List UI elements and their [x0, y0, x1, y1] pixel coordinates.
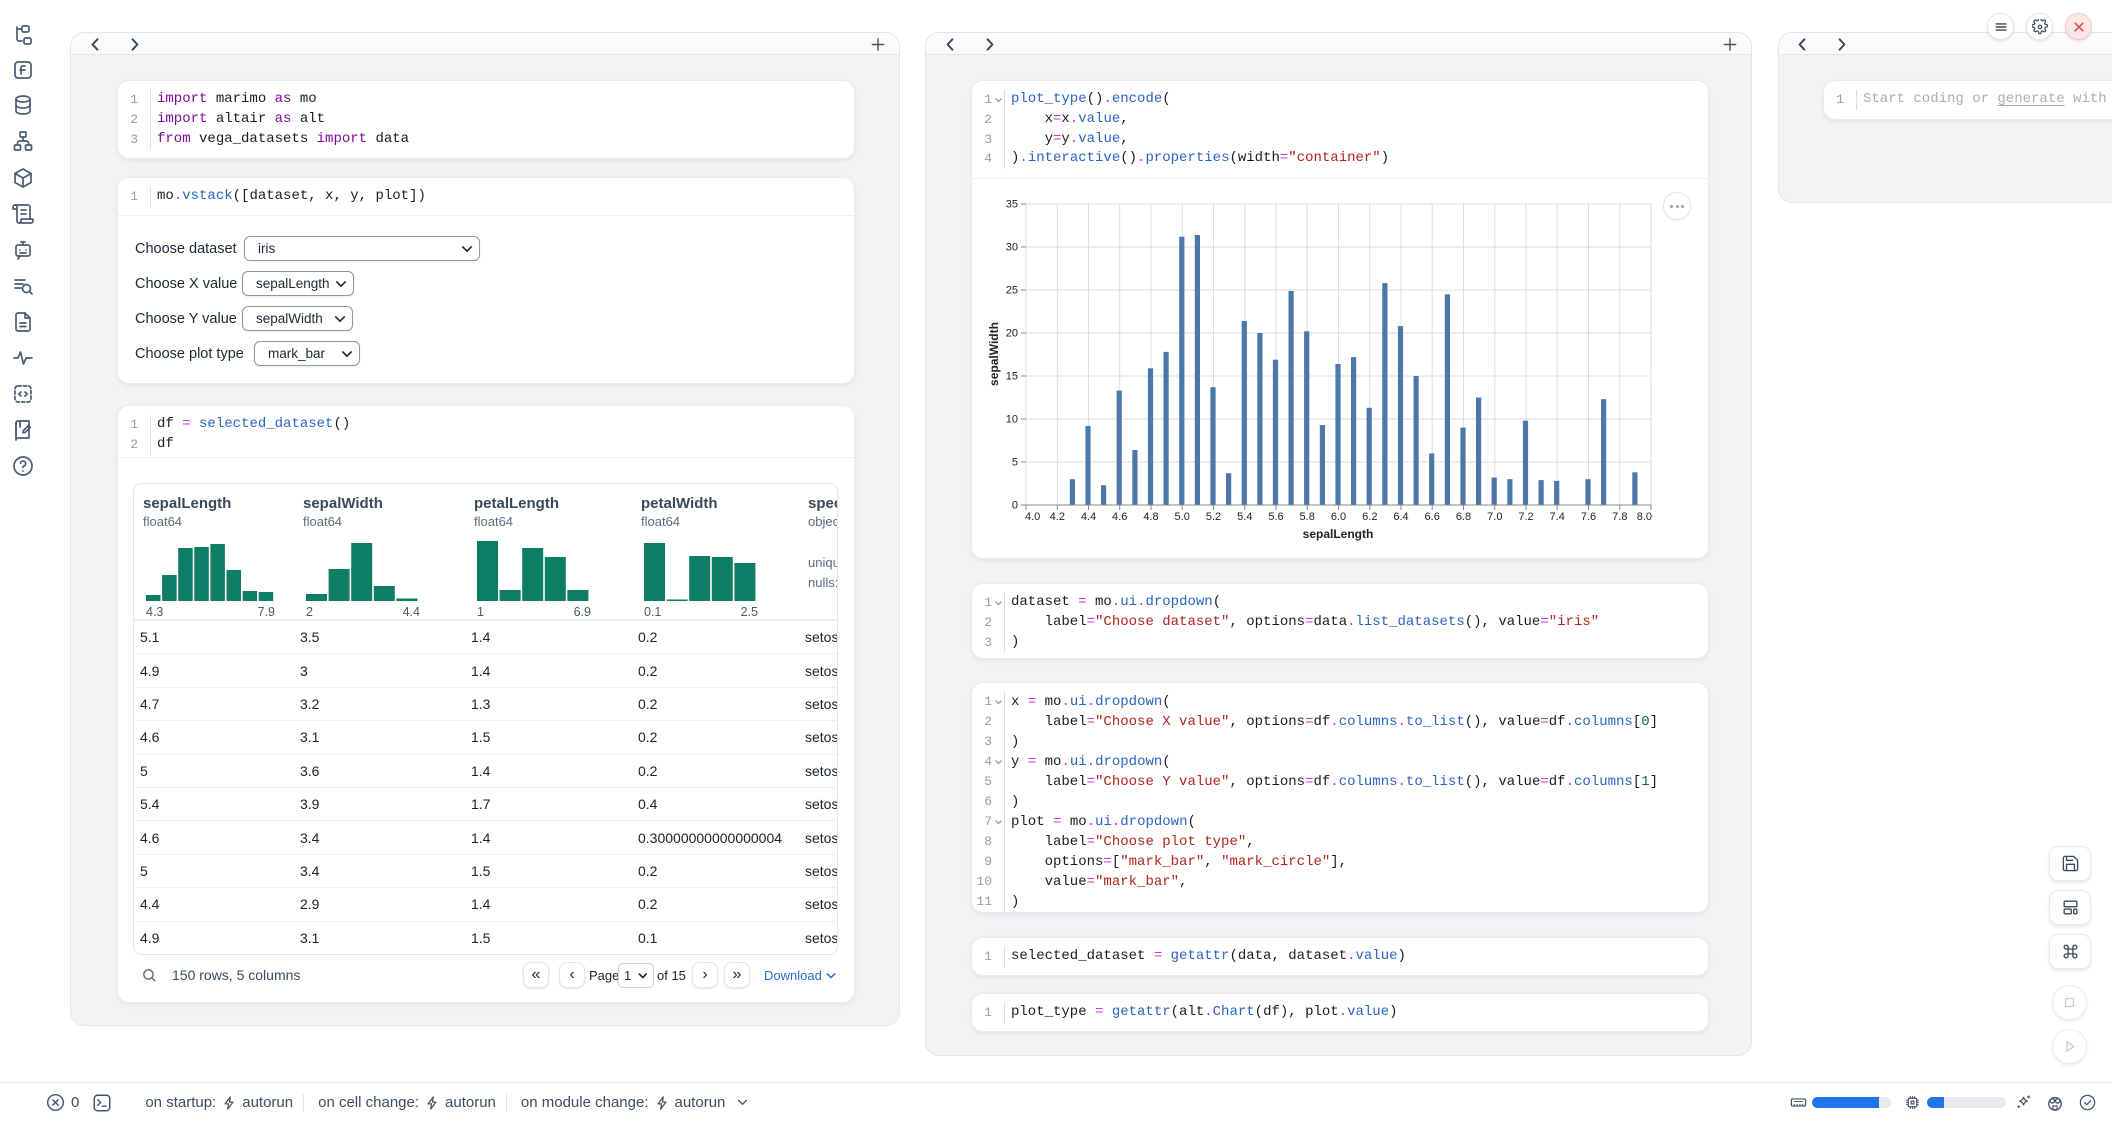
svg-text:30: 30: [1006, 242, 1018, 254]
svg-text:5.0: 5.0: [1175, 511, 1190, 523]
svg-text:4.2: 4.2: [1050, 511, 1065, 523]
svg-text:10: 10: [1006, 414, 1018, 426]
svg-text:8.0: 8.0: [1637, 511, 1652, 523]
svg-text:0: 0: [1012, 500, 1018, 512]
svg-text:4.8: 4.8: [1143, 511, 1158, 523]
svg-text:6.6: 6.6: [1425, 511, 1440, 523]
svg-text:6.0: 6.0: [1331, 511, 1346, 523]
svg-text:15: 15: [1006, 371, 1018, 383]
svg-text:4.6: 4.6: [1112, 511, 1127, 523]
svg-text:5.2: 5.2: [1206, 511, 1221, 523]
svg-text:7.2: 7.2: [1518, 511, 1533, 523]
svg-text:7.0: 7.0: [1487, 511, 1502, 523]
svg-text:6.4: 6.4: [1393, 511, 1408, 523]
svg-text:7.8: 7.8: [1612, 511, 1627, 523]
svg-text:5: 5: [1012, 457, 1018, 469]
svg-text:7.4: 7.4: [1550, 511, 1565, 523]
svg-text:sepalWidth: sepalWidth: [987, 322, 1001, 386]
svg-text:6.8: 6.8: [1456, 511, 1471, 523]
svg-text:4.0: 4.0: [1025, 511, 1040, 523]
svg-text:5.8: 5.8: [1300, 511, 1315, 523]
svg-text:6.2: 6.2: [1362, 511, 1377, 523]
svg-text:20: 20: [1006, 328, 1018, 340]
svg-text:35: 35: [1006, 199, 1018, 211]
svg-text:5.4: 5.4: [1237, 511, 1252, 523]
svg-text:sepalLength: sepalLength: [1303, 527, 1374, 541]
svg-text:25: 25: [1006, 285, 1018, 297]
svg-text:7.6: 7.6: [1581, 511, 1596, 523]
svg-text:5.6: 5.6: [1268, 511, 1283, 523]
svg-text:4.4: 4.4: [1081, 511, 1096, 523]
